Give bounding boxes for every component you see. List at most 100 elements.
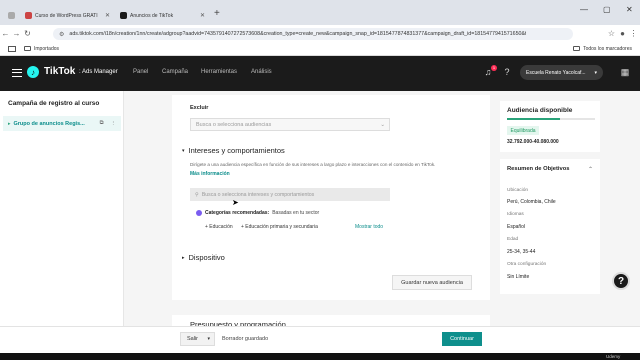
- account-selector[interactable]: Escuela Renato Yacolcaf... ▾: [520, 65, 603, 80]
- chevron-down-icon: ⌄: [380, 121, 385, 128]
- exit-button[interactable]: Salir ▾: [180, 332, 215, 346]
- language-label: Idiomas: [507, 212, 524, 217]
- caret-down-icon: ▾: [182, 147, 185, 154]
- expand-arrow-icon[interactable]: ▸: [8, 121, 11, 127]
- folder-icon: [573, 46, 581, 51]
- tiktok-favicon-icon: [120, 12, 127, 19]
- interests-search-placeholder: Busca o selecciona intereses y comportam…: [201, 191, 315, 198]
- recommendation-pin-icon: [196, 210, 202, 216]
- nav-panel[interactable]: Panel: [133, 69, 148, 75]
- browser-tab-2[interactable]: Anuncios de TikTok ✕: [115, 6, 210, 25]
- tab-menu-button[interactable]: [3, 6, 16, 25]
- profile-icon[interactable]: ●: [617, 29, 628, 38]
- age-label: Edad: [507, 237, 519, 242]
- exclude-placeholder: Busca o selecciona audiencias: [196, 121, 272, 128]
- url-text: ads.tiktok.com/i18n/creation/1nn/create/…: [69, 31, 527, 37]
- show-all-link[interactable]: Mostrar todo: [355, 224, 383, 230]
- chevron-up-icon[interactable]: ⌃: [588, 166, 593, 173]
- help-chat-button[interactable]: ?: [612, 272, 630, 290]
- close-window-icon[interactable]: ✕: [626, 5, 633, 14]
- browser-tab-1[interactable]: Curso de WordPress GRATI ✕: [20, 6, 115, 25]
- location-label: Ubicación: [507, 188, 529, 193]
- interests-description: Dirígete a una audiencia específica en f…: [190, 162, 436, 167]
- copy-icon[interactable]: ⧉: [100, 120, 104, 127]
- continue-button[interactable]: Continuar: [442, 332, 482, 346]
- browser-tab-bar: Curso de WordPress GRATI ✕ Anuncios de T…: [0, 0, 640, 25]
- minimize-icon[interactable]: —: [580, 5, 588, 14]
- apps-icon[interactable]: [8, 45, 16, 52]
- tab-list-icon: [8, 12, 15, 19]
- location-value: Perú, Colombia, Chile: [507, 199, 556, 205]
- notification-badge: 1: [491, 65, 497, 71]
- exclude-audience-select[interactable]: Busca o selecciona audiencias ⌄: [190, 118, 390, 131]
- all-bookmarks[interactable]: Todos los marcadores: [573, 46, 632, 52]
- nav-campana[interactable]: Campaña: [162, 69, 188, 75]
- site-info-icon[interactable]: ⚙: [59, 31, 64, 38]
- close-tab-icon[interactable]: ✕: [200, 12, 205, 19]
- interests-title: Intereses y comportamientos: [188, 146, 285, 155]
- summary-title: Resumen de Objetivos: [507, 166, 570, 172]
- brand-subtitle: : Ads Manager: [79, 69, 118, 75]
- all-bookmarks-label: Todos los marcadores: [583, 45, 632, 52]
- draft-saved-status: Borrador guardado: [222, 336, 269, 342]
- bookmark-label: Importados: [34, 45, 60, 52]
- age-value: 25-34, 35-44: [507, 249, 536, 255]
- chip-educacion[interactable]: + Educación: [205, 224, 233, 230]
- exit-label: Salir: [187, 336, 199, 342]
- exclude-label: Excluir: [190, 105, 209, 111]
- adgroup-label: Grupo de anuncios Regis...: [13, 120, 85, 127]
- campaign-title[interactable]: Campaña de registro al curso: [8, 100, 99, 107]
- audience-status-badge: Equilibrada: [507, 126, 539, 135]
- recommended-label: Categorías recomendadas:: [205, 210, 270, 216]
- more-options-icon[interactable]: ⋮: [111, 121, 117, 127]
- device-section-header[interactable]: ▸ Dispositivo: [182, 253, 225, 262]
- interests-search-input[interactable]: ⚲ Busca o selecciona intereses y comport…: [190, 188, 390, 201]
- tab-title: Anuncios de TikTok: [130, 12, 174, 19]
- nav-analisis[interactable]: Análisis: [251, 69, 272, 75]
- save-audience-button[interactable]: Guardar nueva audiencia: [392, 275, 472, 290]
- forward-icon[interactable]: →: [11, 29, 22, 38]
- tiktok-logo-icon: ♪: [27, 66, 39, 78]
- bookmark-folder-importados[interactable]: Importados: [24, 46, 59, 52]
- sidebar-item-adgroup[interactable]: ▸ Grupo de anuncios Regis... ⧉ ⋮: [3, 116, 121, 131]
- chevron-down-icon: ▾: [207, 336, 210, 342]
- reload-icon[interactable]: ↻: [22, 29, 33, 38]
- folder-icon: [24, 46, 31, 51]
- udemy-watermark: Udemy: [606, 354, 621, 359]
- chevron-down-icon: ▾: [594, 69, 597, 76]
- interests-section-header[interactable]: ▾ Intereses y comportamientos: [182, 146, 285, 155]
- new-tab-icon[interactable]: +: [214, 9, 220, 19]
- mouse-cursor-icon: ➤: [232, 198, 239, 207]
- device-title: Dispositivo: [188, 253, 225, 262]
- search-icon: ⚲: [195, 191, 199, 198]
- more-info-link[interactable]: Más información: [190, 171, 230, 177]
- bottom-action-bar: [0, 326, 640, 353]
- browser-menu-icon[interactable]: ⋮: [628, 29, 639, 38]
- language-icon[interactable]: ▦: [620, 67, 630, 77]
- audience-meter: [507, 118, 595, 120]
- caret-right-icon: ▸: [182, 254, 185, 261]
- audience-range: 32.792.000-40.080.000: [507, 139, 559, 145]
- language-value: Español: [507, 224, 526, 230]
- tab-title: Curso de WordPress GRATI: [35, 12, 98, 19]
- other-settings-value: Sin Límite: [507, 274, 530, 280]
- maximize-icon[interactable]: ▢: [603, 5, 611, 14]
- help-circle-icon[interactable]: ?: [502, 67, 512, 77]
- audience-meter-fill: [507, 118, 560, 120]
- other-settings-label: Otra configuración: [507, 262, 547, 267]
- chip-educacion-primaria[interactable]: + Educación primaria y secundaria: [241, 224, 318, 230]
- video-footer: [0, 353, 640, 360]
- recommended-categories-row: Categorías recomendadas: Basadas en tu s…: [196, 210, 319, 216]
- bookmark-star-icon[interactable]: ☆: [606, 29, 617, 38]
- account-name: Escuela Renato Yacolcaf...: [526, 69, 586, 76]
- youtube-icon: [25, 12, 32, 19]
- brand-name: TikTok: [44, 66, 76, 77]
- recommended-sub: Basadas en tu sector: [272, 210, 320, 216]
- url-field[interactable]: ⚙ ads.tiktok.com/i18n/creation/1nn/creat…: [53, 28, 573, 40]
- close-tab-icon[interactable]: ✕: [105, 12, 110, 19]
- audience-title: Audiencia disponible: [507, 107, 573, 114]
- hamburger-menu-icon[interactable]: [12, 69, 22, 77]
- back-icon[interactable]: ←: [0, 29, 11, 38]
- nav-herramientas[interactable]: Herramientas: [201, 69, 237, 75]
- bookmarks-bar: Importados Todos los marcadores: [0, 42, 640, 56]
